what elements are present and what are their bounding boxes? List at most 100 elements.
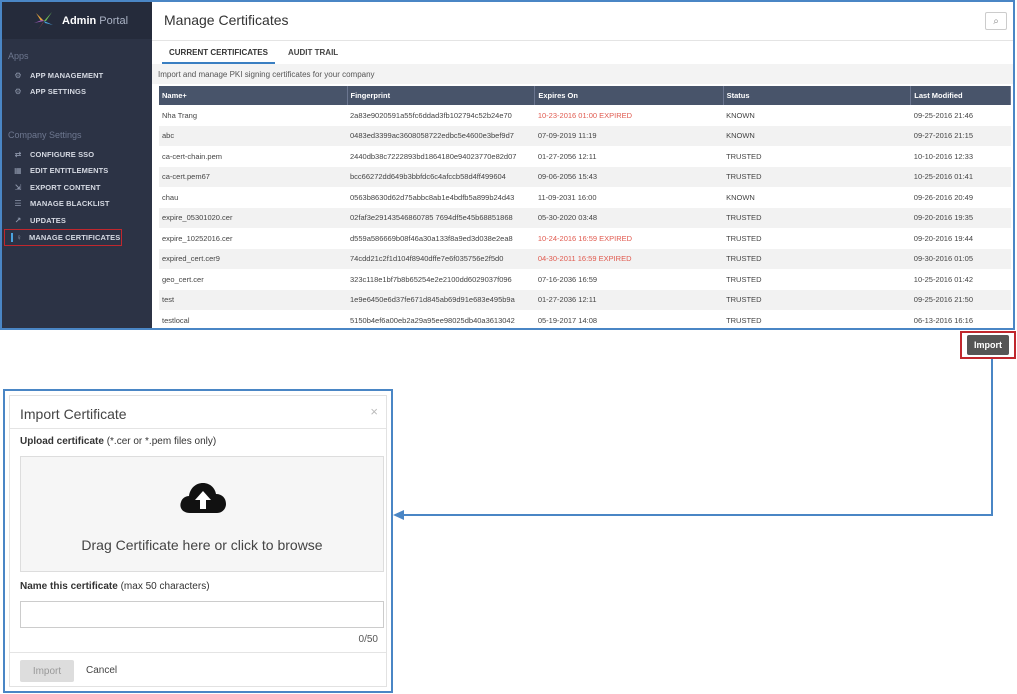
table-header-row: Name+ Fingerprint Expires On Status Last… xyxy=(159,86,1011,105)
grid-icon: ▦ xyxy=(14,166,22,176)
cell-status: TRUSTED xyxy=(726,315,762,325)
cell-status: TRUSTED xyxy=(726,151,762,161)
cell-fingerprint: 323c118e1bf7b8b65254e2e2100dd6029037f096 xyxy=(350,274,512,284)
certificates-table: Name+ Fingerprint Expires On Status Last… xyxy=(159,86,1011,328)
sidebar-item-app-management[interactable]: ⚙ APP MANAGEMENT xyxy=(2,67,152,84)
drop-zone-text: Drag Certificate here or click to browse xyxy=(81,537,323,553)
cell-status: TRUSTED xyxy=(723,289,911,310)
cell-fingerprint: 5150b4ef6a00eb2a29a95ee98025db40a3613042 xyxy=(350,315,515,325)
page-description: Import and manage PKI signing certificat… xyxy=(152,64,1013,84)
column-header-name[interactable]: Name+ xyxy=(159,86,348,105)
cell-expires-on: 05-30-2020 03:48 xyxy=(534,207,724,228)
table-row[interactable]: test 1e9e6450e6d37fe671d845ab69d91e683e49… xyxy=(159,289,1011,310)
cell-expires-on: 01-27-2036 12:11 xyxy=(534,289,724,310)
apps-section-title: Apps xyxy=(8,51,29,61)
cell-status: TRUSTED xyxy=(723,207,911,228)
cell-expires-on: 04-30-2011 16:59 EXPIRED xyxy=(534,248,724,269)
cell-name: testlocal xyxy=(162,315,190,325)
cell-expires-on: 10-23-2016 01:00 EXPIRED xyxy=(537,110,633,120)
cell-fingerprint: bcc66272dd649b3bbfdc6c4afccb58d4ff499604 xyxy=(347,166,535,187)
tab-audit-trail[interactable]: AUDIT TRAIL xyxy=(281,41,345,64)
sidebar-item-updates[interactable]: ↗ UPDATES xyxy=(2,212,152,229)
cell-name: expire_05301020.cer xyxy=(159,207,348,228)
sidebar-item-configure-sso[interactable]: ⇄ CONFIGURE SSO xyxy=(2,146,152,163)
cell-expires-on: 07-09-2019 11:19 xyxy=(534,125,724,146)
cell-status: TRUSTED xyxy=(723,166,911,187)
table-row[interactable]: testlocal 5150b4ef6a00eb2a29a95ee98025db4… xyxy=(159,310,1011,328)
character-counter: 0/50 xyxy=(358,634,378,645)
certificate-drop-zone[interactable]: Drag Certificate here or click to browse xyxy=(20,456,384,572)
dialog-cancel-button[interactable]: Cancel xyxy=(86,665,117,676)
search-icon: ⌕ xyxy=(993,15,999,27)
column-header-status[interactable]: Status xyxy=(723,86,912,105)
cell-name: Nha Trang xyxy=(162,110,198,120)
cell-last-modified: 09-20-2016 19:44 xyxy=(913,233,973,243)
cell-last-modified: 09-26-2016 20:49 xyxy=(913,192,973,202)
cell-name: expired_cert.cer9 xyxy=(159,248,348,269)
cell-expires-on: 10-24-2016 16:59 EXPIRED xyxy=(537,233,633,243)
table-row[interactable]: abc 0483ed3399ac3608058722edbc5e4600e3bef… xyxy=(159,125,1011,146)
cell-fingerprint: 0563b8630d62d75abbc8ab1e4bdfb5a899b24d43 xyxy=(350,192,515,202)
cell-status: TRUSTED xyxy=(726,233,762,243)
table-row[interactable]: chau 0563b8630d62d75abbc8ab1e4bdfb5a899b2… xyxy=(159,187,1011,208)
cell-last-modified: 09-30-2016 01:05 xyxy=(910,248,1011,269)
certificate-name-input[interactable] xyxy=(20,601,384,628)
import-button[interactable]: Import xyxy=(967,335,1009,355)
cell-last-modified: 09-27-2016 21:15 xyxy=(910,125,1011,146)
cell-last-modified: 06-13-2016 16:16 xyxy=(913,315,973,325)
company-settings-section-title: Company Settings xyxy=(8,130,82,140)
admin-portal-logo-icon xyxy=(34,11,53,30)
brand-name: Admin Portal xyxy=(62,14,129,27)
cell-name: ca-cert-chain.pem xyxy=(162,151,223,161)
cell-fingerprint: 74cdd21c2f1d104f8940dffe7e6f035756e2f5d0 xyxy=(347,248,535,269)
table-row[interactable]: ca-cert-chain.pem 2440db38c7222893bd18641… xyxy=(159,146,1011,167)
cell-last-modified: 09-25-2016 21:46 xyxy=(913,110,973,120)
column-header-fingerprint[interactable]: Fingerprint xyxy=(347,86,536,105)
search-button[interactable]: ⌕ xyxy=(985,12,1007,30)
tab-current-certificates[interactable]: CURRENT CERTIFICATES xyxy=(162,41,275,64)
dialog-title: Import Certificate xyxy=(20,406,127,422)
tab-bar: CURRENT CERTIFICATES AUDIT TRAIL xyxy=(152,40,1013,64)
cell-last-modified: 09-20-2016 19:35 xyxy=(910,207,1011,228)
page-title: Manage Certificates xyxy=(164,12,289,28)
import-callout: Import xyxy=(960,331,1016,359)
cell-status: KNOWN xyxy=(723,125,911,146)
table-row[interactable]: geo_cert.cer 323c118e1bf7b8b65254e2e2100d… xyxy=(159,269,1011,290)
certificate-icon: ♀ xyxy=(11,232,23,242)
column-header-expires-on[interactable]: Expires On xyxy=(534,86,724,105)
column-header-last-modified[interactable]: Last Modified xyxy=(910,86,1011,105)
cell-expires-on: 11-09-2031 16:00 xyxy=(537,192,597,202)
cell-expires-on: 09-06-2056 15:43 xyxy=(534,166,724,187)
table-row[interactable]: ca-cert.pem67 bcc66272dd649b3bbfdc6c4afcc… xyxy=(159,166,1011,187)
close-icon[interactable]: × xyxy=(370,404,378,419)
table-row[interactable]: expire_10252016.cer d559a586669b08f46a30a… xyxy=(159,228,1011,249)
cell-name: abc xyxy=(159,125,348,146)
table-row[interactable]: Nha Trang 2a83e9020591a55fc6ddad3fb102794… xyxy=(159,105,1011,126)
chart-icon: ↗ xyxy=(14,215,22,225)
sidebar-item-manage-certificates[interactable]: ♀ MANAGE CERTIFICATES xyxy=(4,228,122,246)
sidebar-item-app-settings[interactable]: ⚙ APP SETTINGS xyxy=(2,84,152,101)
sidebar-item-edit-entitlements[interactable]: ▦ EDIT ENTITLEMENTS xyxy=(2,163,152,180)
connector-line-horizontal xyxy=(402,514,993,516)
cell-status: TRUSTED xyxy=(726,274,762,284)
admin-portal-window: Admin Portal Apps ⚙ APP MANAGEMENT ⚙ APP… xyxy=(0,0,1015,330)
brand[interactable]: Admin Portal xyxy=(2,2,152,39)
cell-fingerprint: 02faf3e29143546860785 7694df5e45b6885186… xyxy=(347,207,535,228)
cell-status: KNOWN xyxy=(726,110,755,120)
cell-fingerprint: 2a83e9020591a55fc6ddad3fb102794c52b24e70 xyxy=(350,110,512,120)
dialog-body: Import Certificate × Upload certificate … xyxy=(9,395,387,687)
export-icon: ⇲ xyxy=(14,182,22,192)
gears-icon: ⚙ xyxy=(14,87,22,97)
cell-fingerprint: 2440db38c7222893bd1864180e94023770e82d07 xyxy=(350,151,517,161)
cell-name: ca-cert.pem67 xyxy=(159,166,348,187)
cell-last-modified: 09-25-2016 21:50 xyxy=(910,289,1011,310)
cell-fingerprint: d559a586669b08f46a30a133f8a9ed3d038e2ea8 xyxy=(350,233,513,243)
dialog-import-button[interactable]: Import xyxy=(20,660,74,682)
cloud-upload-icon xyxy=(180,483,226,513)
cell-name: chau xyxy=(162,192,179,202)
cell-last-modified: 10-10-2016 12:33 xyxy=(913,151,973,161)
table-row[interactable]: expired_cert.cer9 74cdd21c2f1d104f8940dff… xyxy=(159,248,1011,269)
sidebar-item-export-content[interactable]: ⇲ EXPORT CONTENT xyxy=(2,179,152,196)
table-row[interactable]: expire_05301020.cer 02faf3e29143546860785… xyxy=(159,207,1011,228)
sidebar-item-manage-blacklist[interactable]: ☰ MANAGE BLACKLIST xyxy=(2,196,152,213)
